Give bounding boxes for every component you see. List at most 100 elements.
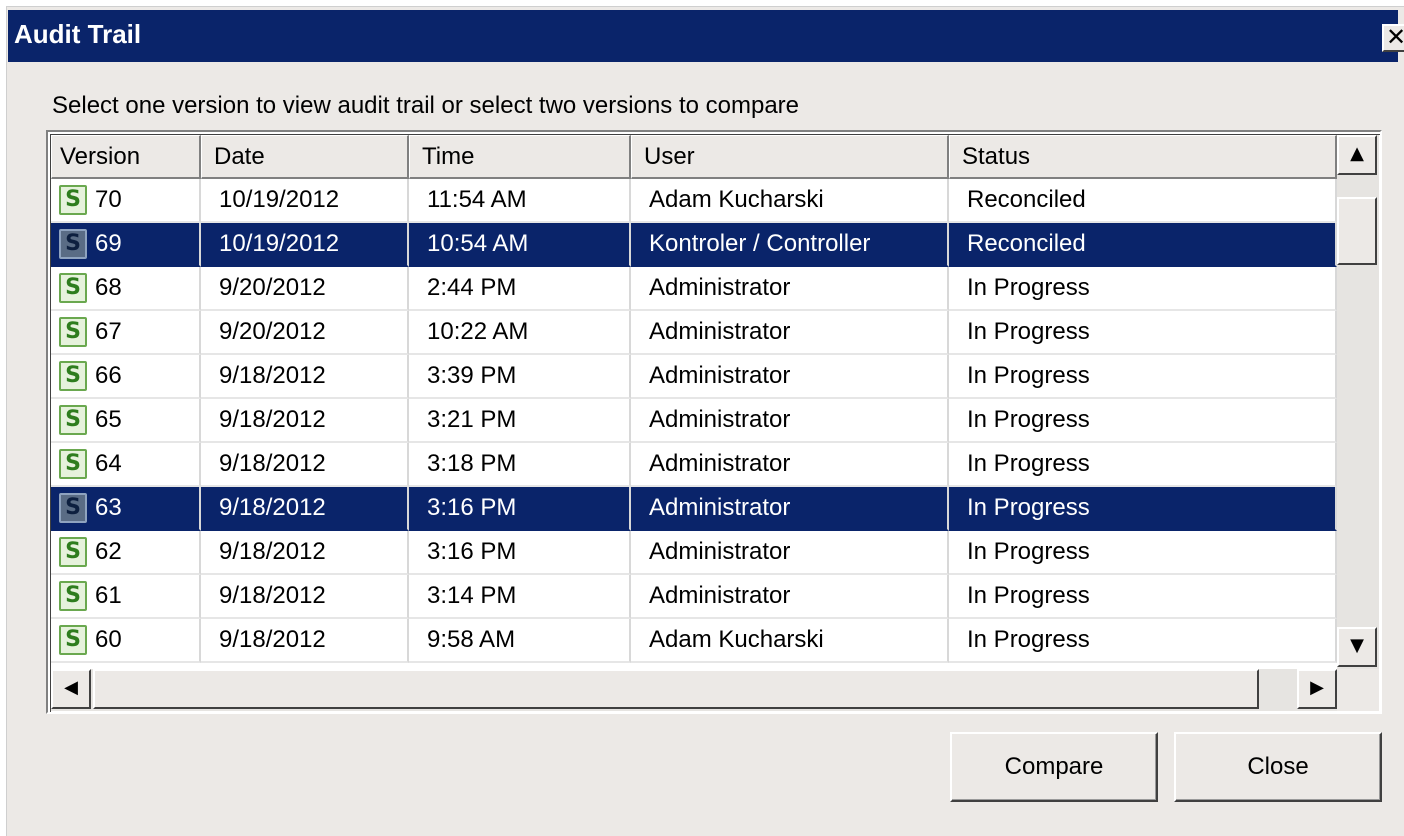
version-cell: S 61: [51, 575, 201, 619]
time-cell: 3:21 PM: [409, 399, 631, 443]
table-row[interactable]: S 70 10/19/2012 11:54 AM Adam Kucharski Recon…: [51, 179, 1337, 223]
time-cell: 11:54 AM: [409, 179, 631, 223]
column-header-date[interactable]: Date: [201, 135, 409, 179]
table-row[interactable]: S 67 9/20/2012 10:22 AM Administrator In Prog…: [51, 311, 1337, 355]
time-cell: 3:14 PM: [409, 575, 631, 619]
date-cell: 9/18/2012: [201, 575, 409, 619]
version-cell: S 65: [51, 399, 201, 443]
status-cell: In Progress: [949, 355, 1337, 399]
table-row[interactable]: S 69 10/19/2012 10:54 AM Kontroler / Control…: [51, 223, 1337, 267]
horizontal-scrollbar[interactable]: ◀ ▶: [51, 669, 1337, 711]
table-row[interactable]: S 68 9/20/2012 2:44 PM Administrator In Progr…: [51, 267, 1337, 311]
status-cell: In Progress: [949, 619, 1337, 663]
versions-list-inner: Version Date Time User Status S 70 10/19/2…: [50, 134, 1380, 712]
spreadsheet-s-icon: S: [59, 185, 87, 215]
spreadsheet-s-icon: S: [59, 361, 87, 391]
date-cell: 9/18/2012: [201, 399, 409, 443]
status-cell: In Progress: [949, 443, 1337, 487]
version-number: 67: [95, 318, 122, 345]
user-cell: Adam Kucharski: [631, 179, 949, 223]
time-cell: 3:18 PM: [409, 443, 631, 487]
date-cell: 9/20/2012: [201, 267, 409, 311]
date-cell: 9/18/2012: [201, 355, 409, 399]
user-cell: Administrator: [631, 575, 949, 619]
version-number: 63: [95, 494, 122, 521]
date-cell: 9/18/2012: [201, 443, 409, 487]
scroll-down-button[interactable]: ▼: [1337, 627, 1377, 667]
table-row[interactable]: S 63 9/18/2012 3:16 PM Administrator In Progr…: [51, 487, 1337, 531]
status-cell: In Progress: [949, 399, 1337, 443]
user-cell: Administrator: [631, 443, 949, 487]
table-row[interactable]: S 61 9/18/2012 3:14 PM Administrator In Progr…: [51, 575, 1337, 619]
time-cell: 10:54 AM: [409, 223, 631, 267]
user-cell: Administrator: [631, 487, 949, 531]
time-cell: 2:44 PM: [409, 267, 631, 311]
time-cell: 10:22 AM: [409, 311, 631, 355]
user-cell: Administrator: [631, 531, 949, 575]
status-cell: In Progress: [949, 267, 1337, 311]
version-cell: S 66: [51, 355, 201, 399]
column-header-version[interactable]: Version: [51, 135, 201, 179]
date-cell: 9/18/2012: [201, 619, 409, 663]
scroll-up-button[interactable]: ▲: [1337, 135, 1377, 175]
table-row[interactable]: S 62 9/18/2012 3:16 PM Administrator In Progr…: [51, 531, 1337, 575]
status-cell: In Progress: [949, 575, 1337, 619]
version-cell: S 69: [51, 223, 201, 267]
scrollbar-corner: [1337, 669, 1379, 711]
window-title: Audit Trail: [14, 19, 142, 49]
status-cell: In Progress: [949, 531, 1337, 575]
list-rows: S 70 10/19/2012 11:54 AM Adam Kucharski Recon…: [51, 179, 1337, 663]
user-cell: Administrator: [631, 267, 949, 311]
user-cell: Administrator: [631, 399, 949, 443]
column-header-time[interactable]: Time: [409, 135, 631, 179]
table-row[interactable]: S 60 9/18/2012 9:58 AM Adam Kucharski In Prog…: [51, 619, 1337, 663]
horizontal-scroll-thumb[interactable]: [93, 669, 1259, 709]
spreadsheet-s-icon: S: [59, 537, 87, 567]
compare-button[interactable]: Compare: [950, 732, 1158, 802]
version-cell: S 60: [51, 619, 201, 663]
spreadsheet-s-icon: S: [59, 317, 87, 347]
scroll-left-button[interactable]: ◀: [51, 669, 91, 709]
close-icon[interactable]: ✕: [1382, 24, 1404, 52]
version-cell: S 62: [51, 531, 201, 575]
date-cell: 9/20/2012: [201, 311, 409, 355]
version-number: 66: [95, 362, 122, 389]
spreadsheet-s-icon: S: [59, 405, 87, 435]
version-cell: S 67: [51, 311, 201, 355]
date-cell: 9/18/2012: [201, 531, 409, 575]
time-cell: 9:58 AM: [409, 619, 631, 663]
column-header-user[interactable]: User: [631, 135, 949, 179]
spreadsheet-s-icon: S: [59, 273, 87, 303]
column-header-status[interactable]: Status: [949, 135, 1337, 179]
table-row[interactable]: S 65 9/18/2012 3:21 PM Administrator In Progr…: [51, 399, 1337, 443]
status-cell: Reconciled: [949, 223, 1337, 267]
version-cell: S 63: [51, 487, 201, 531]
user-cell: Administrator: [631, 355, 949, 399]
user-cell: Administrator: [631, 311, 949, 355]
spreadsheet-s-icon: S: [59, 625, 87, 655]
version-number: 62: [95, 538, 122, 565]
versions-list[interactable]: Version Date Time User Status S 70 10/19/2…: [46, 130, 1382, 714]
version-number: 65: [95, 406, 122, 433]
date-cell: 10/19/2012: [201, 179, 409, 223]
close-button[interactable]: Close: [1174, 732, 1382, 802]
version-number: 64: [95, 450, 122, 477]
table-row[interactable]: S 64 9/18/2012 3:18 PM Administrator In Progr…: [51, 443, 1337, 487]
spreadsheet-s-icon: S: [59, 449, 87, 479]
vertical-scrollbar[interactable]: ▲ ▼: [1337, 135, 1379, 669]
time-cell: 3:16 PM: [409, 531, 631, 575]
user-cell: Kontroler / Controller: [631, 223, 949, 267]
status-cell: In Progress: [949, 487, 1337, 531]
time-cell: 3:39 PM: [409, 355, 631, 399]
status-cell: Reconciled: [949, 179, 1337, 223]
title-bar[interactable]: Audit Trail ✕: [8, 10, 1404, 62]
vertical-scroll-thumb[interactable]: [1337, 197, 1377, 265]
version-number: 70: [95, 186, 122, 213]
instruction-text: Select one version to view audit trail o…: [52, 92, 800, 119]
version-number: 68: [95, 274, 122, 301]
spreadsheet-s-icon: S: [59, 229, 87, 259]
scroll-right-button[interactable]: ▶: [1297, 669, 1337, 709]
table-row[interactable]: S 66 9/18/2012 3:39 PM Administrator In Progr…: [51, 355, 1337, 399]
spreadsheet-s-icon: S: [59, 581, 87, 611]
version-number: 69: [95, 230, 122, 257]
